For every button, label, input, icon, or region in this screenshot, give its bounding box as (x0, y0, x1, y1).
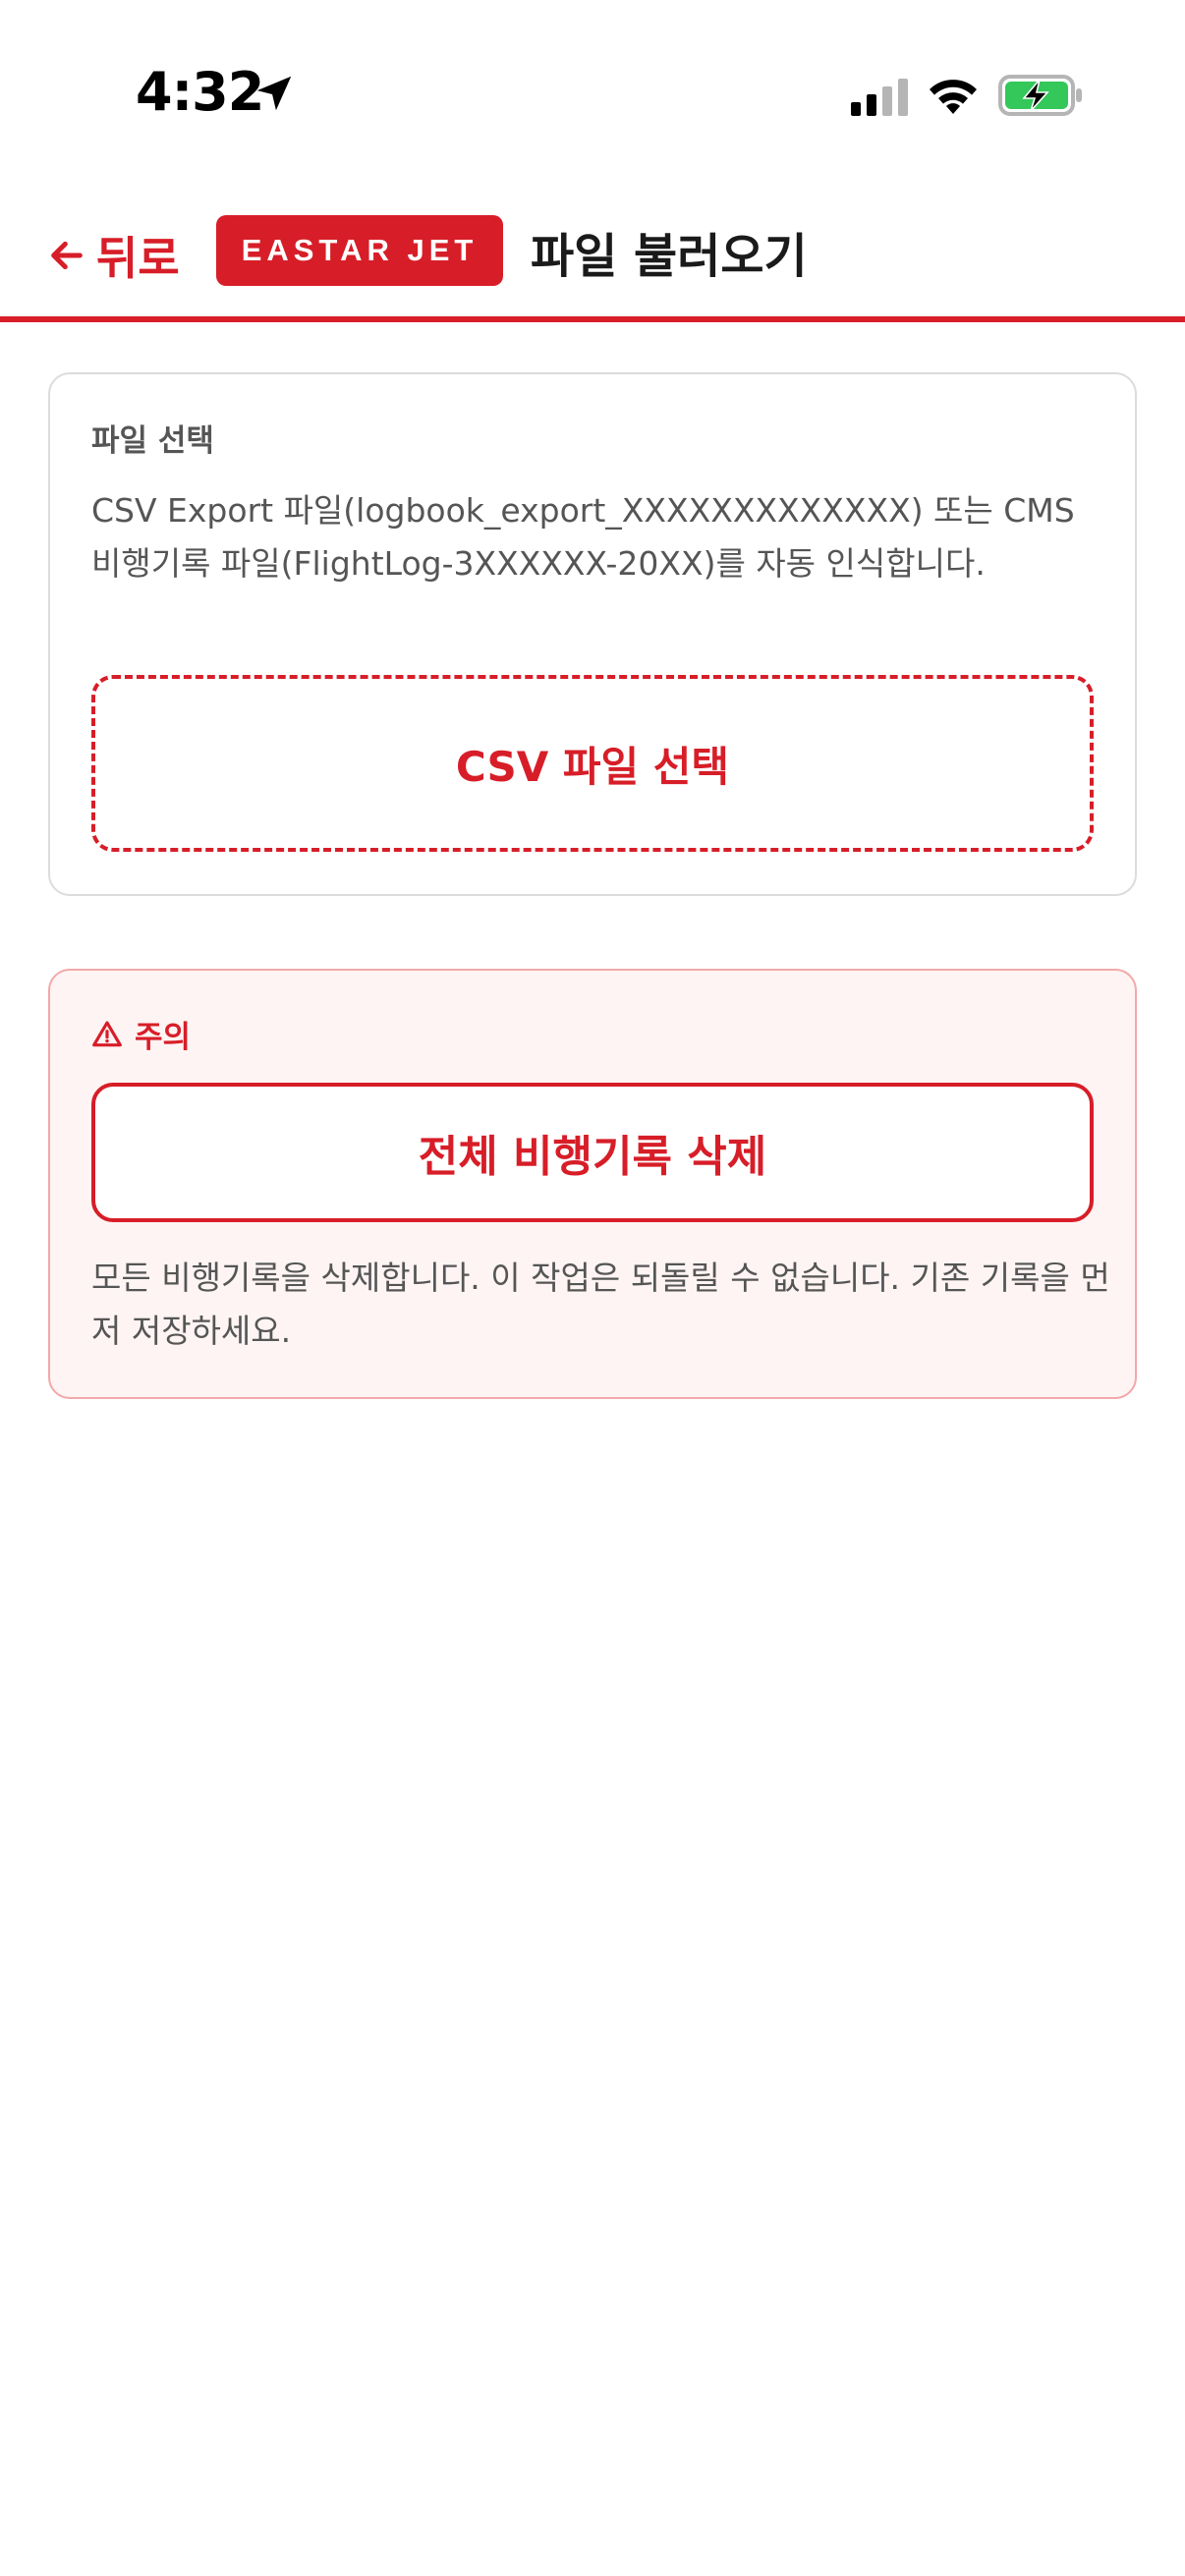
signal-icon (851, 79, 908, 116)
location-arrow-icon (256, 76, 292, 111)
back-button[interactable]: 뒤로 (47, 216, 180, 295)
brand-logo: EASTAR JET (216, 215, 503, 286)
status-bar: 4:32 (0, 0, 1185, 187)
arrow-left-icon (51, 241, 83, 270)
wifi-icon (930, 80, 977, 114)
warning-label: 주의 (91, 1012, 191, 1056)
status-time: 4:32 (136, 61, 264, 123)
file-select-card: 파일 선택 CSV Export 파일(logbook_export_XXXXX… (48, 372, 1137, 896)
back-button-label: 뒤로 (96, 232, 180, 285)
battery-charging-icon (998, 75, 1082, 116)
csv-file-select-button[interactable]: CSV 파일 선택 (91, 675, 1094, 852)
header-divider (0, 316, 1185, 322)
warning-card: 주의 전체 비행기록 삭제 모든 비행기록을 삭제합니다. 이 작업은 되돌릴 … (48, 969, 1137, 1399)
file-select-description: CSV Export 파일(logbook_export_XXXXXXXXXXX… (91, 491, 1075, 583)
warning-description: 모든 비행기록을 삭제합니다. 이 작업은 되돌릴 수 없습니다. 기존 기록을… (91, 1259, 1110, 1350)
delete-all-records-button[interactable]: 전체 비행기록 삭제 (91, 1083, 1094, 1222)
app-header: 뒤로 EASTAR JET 파일 불러오기 (0, 187, 1185, 324)
page-title: 파일 불러오기 (531, 229, 808, 284)
warning-label-text: 주의 (135, 1020, 192, 1055)
file-select-label: 파일 선택 (91, 423, 214, 459)
warning-icon (92, 1020, 122, 1046)
